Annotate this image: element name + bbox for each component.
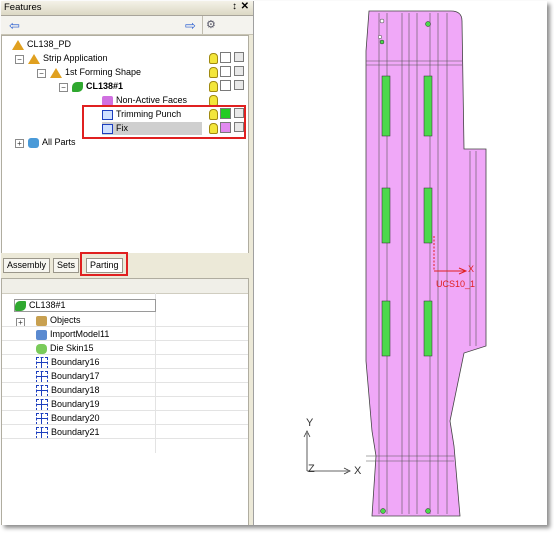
tree-item-label: All Parts [42, 137, 76, 147]
tree-item-1st-forming-shape[interactable]: 1st Forming Shape [50, 66, 141, 79]
row-line [2, 438, 248, 439]
parting-item-label: Boundary17 [51, 371, 100, 381]
parting-item-label: Objects [50, 315, 81, 325]
tree-item-label: Non-Active Faces [116, 95, 188, 105]
punch-slot [381, 187, 391, 244]
display-cube-icon[interactable] [234, 80, 244, 90]
expand-toggle[interactable]: + [15, 139, 24, 148]
parting-item-label: Boundary16 [51, 357, 100, 367]
tree-item-strip-application[interactable]: Strip Application [28, 52, 108, 65]
boundary-icon [36, 398, 48, 411]
ucs-x-label: X [468, 264, 475, 274]
boundary-icon [36, 384, 48, 397]
collapse-toggle[interactable]: − [37, 69, 46, 78]
row-line [2, 396, 248, 397]
body-icon [15, 300, 26, 311]
application-window: Features ↕ ✕ ⇦ ⇨ ⚙ CL138_PD − Strip Appl… [1, 1, 547, 525]
collapse-toggle[interactable]: − [59, 83, 68, 92]
pin-icon[interactable]: ↕ [232, 1, 237, 12]
boundary-icon [36, 356, 48, 369]
color-swatch[interactable] [220, 66, 231, 77]
row-line [2, 354, 248, 355]
parting-item-label: Boundary21 [51, 427, 100, 437]
forming-icon [50, 67, 62, 78]
boundary-icon [36, 412, 48, 425]
punch-slot [423, 75, 433, 137]
parting-root-label: CL138#1 [29, 300, 66, 310]
parting-item-label: ImportModel11 [50, 329, 110, 339]
body-icon [72, 81, 83, 92]
visibility-bulb-icon[interactable] [209, 53, 218, 64]
part-icon [12, 39, 24, 50]
row-line [2, 326, 248, 327]
axis-x-label: X [354, 465, 362, 477]
punch-slot [423, 300, 433, 357]
ucs-label: UCS10_1 [436, 279, 476, 289]
feature-tree: CL138_PD − Strip Application − 1st Formi… [1, 35, 249, 255]
objects-icon [36, 315, 47, 326]
punch-slot [381, 75, 391, 137]
features-panel: Features ↕ ✕ ⇦ ⇨ ⚙ CL138_PD − Strip Appl… [1, 1, 254, 525]
row-line [2, 368, 248, 369]
back-arrow-icon[interactable]: ⇦ [9, 18, 20, 34]
panel-tabs: Assembly Sets Parting [1, 252, 253, 276]
import-model-icon [36, 329, 47, 340]
pilot-hole [380, 508, 386, 514]
parting-item-label: Boundary19 [51, 399, 100, 409]
toolbar-separator [202, 16, 203, 34]
tree-item-all-parts[interactable]: All Parts [28, 136, 76, 149]
collapse-toggle[interactable]: − [15, 55, 24, 64]
settings-icon[interactable]: ⚙ [206, 18, 216, 31]
pilot-hole [379, 39, 385, 45]
highlight-box [82, 105, 246, 139]
strip-icon [28, 53, 40, 64]
tab-sets[interactable]: Sets [53, 258, 80, 273]
parting-header [2, 279, 248, 294]
boundary-icon [36, 370, 48, 383]
features-titlebar: Features ↕ ✕ [1, 1, 253, 16]
tree-item-label: CL138#1 [86, 81, 124, 91]
close-icon[interactable]: ✕ [241, 1, 249, 12]
visibility-bulb-icon[interactable] [209, 81, 218, 92]
pilot-hole [425, 508, 431, 514]
tree-item-label: 1st Forming Shape [65, 67, 142, 77]
graphics-viewport[interactable]: UCS10_1 X Y Z X [254, 1, 547, 525]
tree-item-label: Strip Application [43, 53, 108, 63]
forward-arrow-icon[interactable]: ⇨ [185, 18, 196, 34]
visibility-bulb-icon[interactable] [209, 67, 218, 78]
parting-panel: CL138#1 + Objects ImportModel11 Die Skin… [1, 278, 249, 525]
color-swatch[interactable] [220, 52, 231, 63]
die-skin-icon [36, 343, 47, 354]
parting-root[interactable]: CL138#1 [14, 299, 156, 312]
row-line [2, 340, 248, 341]
pilot-hole [425, 21, 431, 27]
axis-z-label: Z [308, 463, 315, 475]
part-drawing [303, 10, 487, 517]
display-cube-icon[interactable] [234, 52, 244, 62]
features-title: Features [4, 2, 42, 13]
row-line [2, 424, 248, 425]
parting-item-label: Boundary18 [51, 385, 100, 395]
color-swatch[interactable] [220, 80, 231, 91]
tree-item-cl138-pd[interactable]: CL138_PD [12, 38, 71, 51]
axis-y-label: Y [306, 417, 314, 429]
row-line [2, 382, 248, 383]
tab-assembly[interactable]: Assembly [3, 258, 51, 273]
display-cube-icon[interactable] [234, 66, 244, 76]
parts-icon [28, 137, 39, 148]
highlight-box [80, 252, 128, 276]
features-toolbar: ⇦ ⇨ ⚙ [1, 16, 253, 35]
tree-item-cl138-1[interactable]: CL138#1 [72, 80, 123, 93]
column-divider [155, 293, 156, 453]
row-line [2, 410, 248, 411]
punch-slot [381, 300, 391, 357]
parting-item-label: Die Skin15 [50, 343, 94, 353]
punch-slot [423, 187, 433, 244]
tree-item-label: CL138_PD [27, 39, 72, 49]
boundary-icon [36, 426, 48, 439]
parting-item-label: Boundary20 [51, 413, 100, 423]
